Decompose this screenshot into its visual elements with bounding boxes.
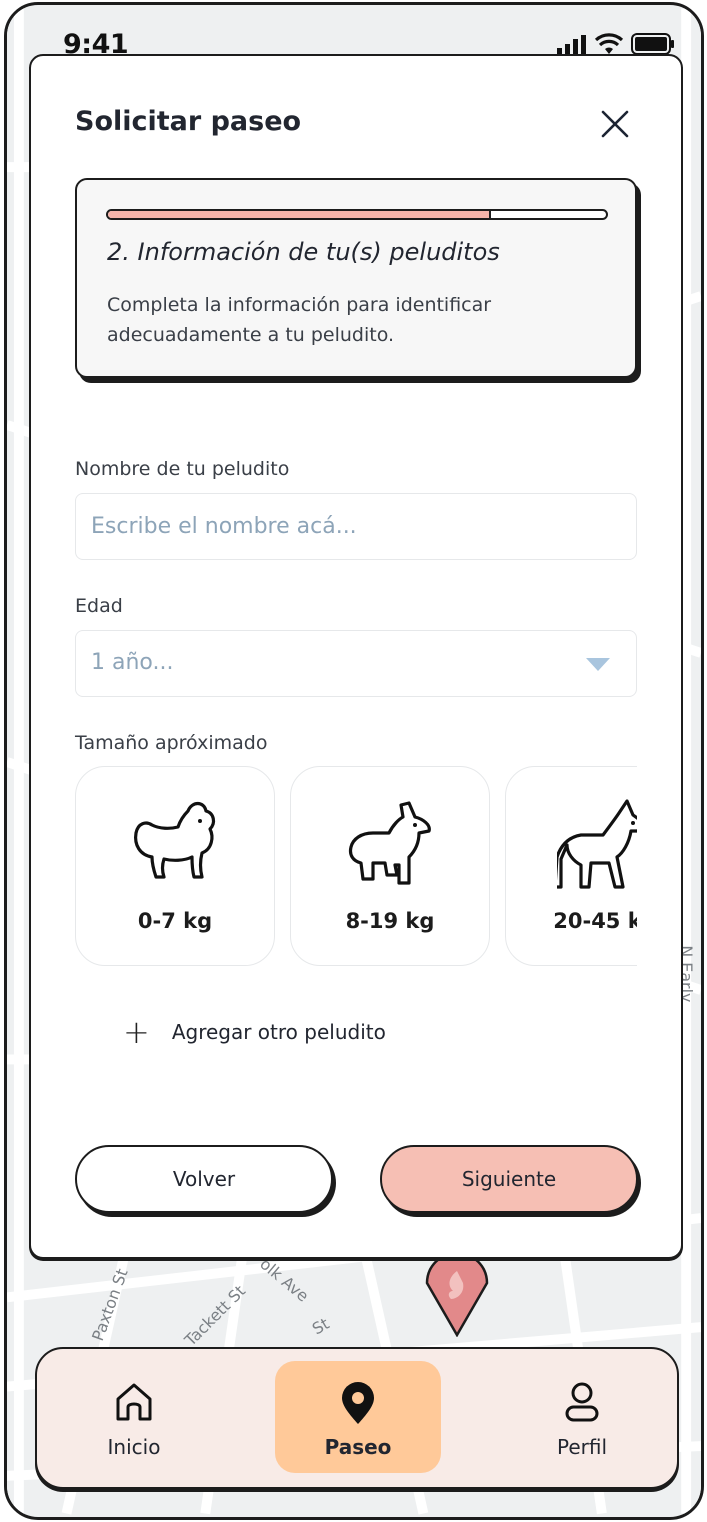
large-dog-icon [557, 799, 637, 889]
size-label: Tamaño apróximado [75, 732, 268, 754]
size-option-medium[interactable]: 8-19 kg [290, 766, 490, 966]
cellular-signal-icon [557, 35, 586, 55]
age-label: Edad [75, 595, 123, 617]
modal-title: Solicitar paseo [75, 106, 302, 137]
plus-icon: + [123, 1013, 150, 1051]
bottom-nav: Inicio Paseo Perfil [35, 1347, 679, 1489]
size-options[interactable]: 0-7 kg 8-19 kg 20-45 kg [75, 766, 637, 968]
next-button[interactable]: Siguiente [380, 1145, 638, 1213]
pet-name-input[interactable] [75, 493, 637, 560]
size-option-label: 8-19 kg [345, 909, 435, 933]
nav-item-perfil[interactable]: Perfil [499, 1361, 665, 1473]
wifi-icon [595, 33, 623, 54]
profile-icon [565, 1382, 599, 1422]
step-info-card: 2. Información de tu(s) peluditos Comple… [75, 178, 637, 378]
nav-item-inicio[interactable]: Inicio [51, 1361, 217, 1473]
age-select[interactable]: 1 año... [75, 630, 637, 697]
add-pet-label: Agregar otro peludito [171, 1020, 386, 1044]
step-description: Completa la información para identificar… [107, 294, 492, 346]
request-walk-modal: Solicitar paseo 2. Información de tu(s) … [29, 54, 683, 1259]
step-title: 2. Información de tu(s) peluditos [107, 238, 500, 266]
age-select-value: 1 año... [91, 650, 174, 675]
dropdown-arrow-icon [586, 658, 610, 671]
back-button[interactable]: Volver [75, 1145, 333, 1213]
location-pin-icon [342, 1382, 374, 1424]
size-option-small[interactable]: 0-7 kg [75, 766, 275, 966]
nav-item-paseo[interactable]: Paseo [275, 1361, 441, 1473]
size-option-large[interactable]: 20-45 kg [505, 766, 637, 966]
home-icon [116, 1383, 152, 1421]
add-pet-button[interactable]: + Agregar otro peludito [123, 1016, 386, 1048]
close-button[interactable] [597, 106, 633, 142]
phone-frame: Paxton St Tackett St olk Ave St N Early … [4, 2, 704, 1520]
nav-label: Paseo [324, 1435, 392, 1459]
progress-fill [108, 211, 492, 218]
small-dog-icon [134, 801, 216, 879]
pet-name-label: Nombre de tu peludito [75, 458, 290, 480]
nav-label: Perfil [556, 1435, 608, 1459]
progress-bar [106, 209, 608, 220]
size-option-label: 20-45 kg [553, 909, 637, 933]
battery-icon [631, 33, 674, 55]
close-icon [601, 110, 629, 138]
status-icons [557, 33, 675, 55]
medium-dog-icon [348, 801, 431, 885]
map-marker-pin[interactable] [421, 1251, 493, 1341]
nav-label: Inicio [107, 1435, 161, 1459]
size-option-label: 0-7 kg [137, 909, 213, 933]
